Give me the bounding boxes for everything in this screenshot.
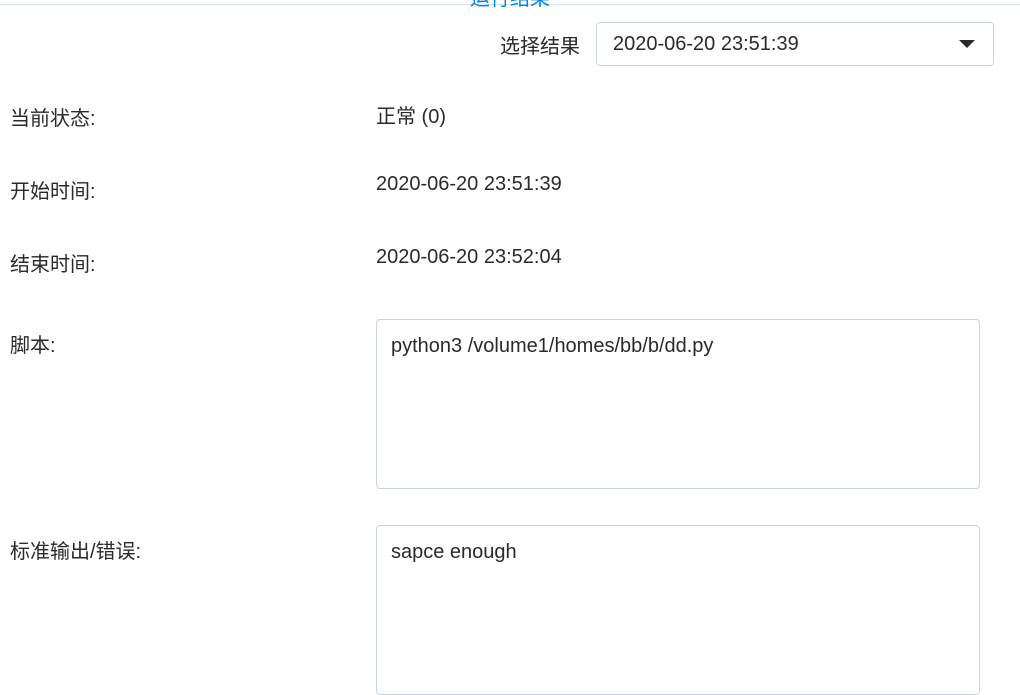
- result-selector-row: 选择结果 2020-06-20 23:51:39: [10, 22, 1010, 66]
- end-time-value: 2020-06-20 23:52:04: [376, 246, 562, 269]
- start-time-label: 开始时间:: [10, 173, 376, 204]
- dialog-title: 运行结果: [470, 0, 550, 11]
- status-row: 当前状态: 正常 (0): [10, 100, 1010, 131]
- result-selector-label: 选择结果: [500, 30, 580, 59]
- result-dropdown[interactable]: 2020-06-20 23:51:39: [596, 22, 994, 66]
- start-time-row: 开始时间: 2020-06-20 23:51:39: [10, 173, 1010, 204]
- start-time-value: 2020-06-20 23:51:39: [376, 173, 562, 196]
- result-dropdown-value: 2020-06-20 23:51:39: [613, 33, 799, 56]
- chevron-down-icon: [959, 40, 975, 48]
- script-label: 脚本:: [10, 319, 376, 358]
- end-time-row: 结束时间: 2020-06-20 23:52:04: [10, 246, 1010, 277]
- title-bar: 运行结果: [0, 0, 1020, 8]
- status-value: 正常 (0): [376, 100, 446, 129]
- script-row: 脚本: python3 /volume1/homes/bb/b/dd.py: [10, 319, 1010, 489]
- end-time-label: 结束时间:: [10, 246, 376, 277]
- output-row: 标准输出/错误: sapce enough: [10, 525, 1010, 695]
- output-value: sapce enough: [391, 541, 517, 563]
- script-box[interactable]: python3 /volume1/homes/bb/b/dd.py: [376, 319, 980, 489]
- output-label: 标准输出/错误:: [10, 525, 376, 564]
- status-label: 当前状态:: [10, 100, 376, 131]
- output-box[interactable]: sapce enough: [376, 525, 980, 695]
- script-value: python3 /volume1/homes/bb/b/dd.py: [391, 335, 713, 357]
- content-area: 选择结果 2020-06-20 23:51:39 当前状态: 正常 (0) 开始…: [0, 8, 1020, 695]
